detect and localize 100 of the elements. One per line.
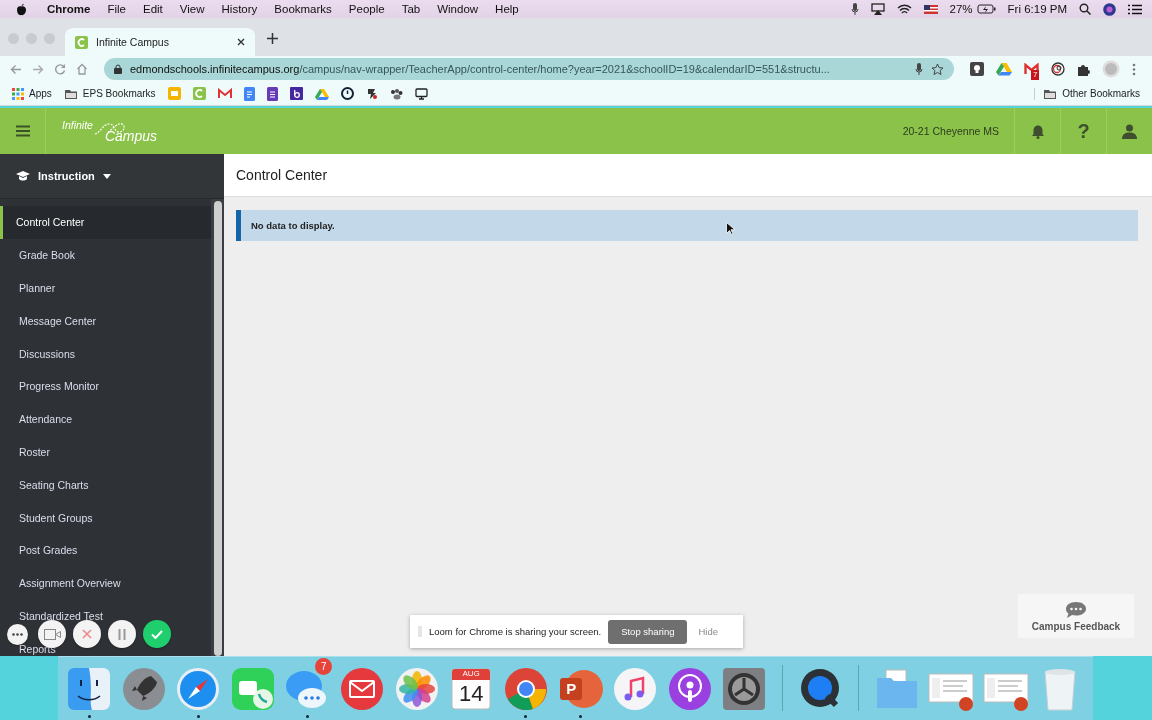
graduation-cap-icon bbox=[16, 171, 30, 181]
campus-favicon bbox=[75, 35, 88, 49]
bookmark-icon bbox=[289, 87, 303, 100]
page-title: Control Center bbox=[224, 154, 1152, 197]
nav-item[interactable]: Reports bbox=[19, 642, 56, 655]
home-icon bbox=[76, 63, 88, 75]
nav-item[interactable]: Control Center bbox=[16, 216, 85, 229]
menu-clock[interactable]: Fri 6:19 PM bbox=[1007, 3, 1067, 15]
folder-icon bbox=[1043, 87, 1058, 100]
app-menu[interactable]: Chrome bbox=[47, 3, 91, 15]
sharing-message: Loom for Chrome is sharing your screen. bbox=[429, 626, 602, 637]
drive-icon bbox=[996, 62, 1012, 76]
notification-badge: 7 bbox=[315, 658, 333, 675]
person-icon bbox=[1122, 123, 1137, 139]
reload-icon bbox=[54, 63, 66, 75]
paw-icon bbox=[389, 87, 403, 100]
star-icon bbox=[931, 62, 944, 76]
school-name[interactable]: 20-21 Cheyenne MS bbox=[902, 125, 999, 137]
nav-item[interactable]: Assignment Overview bbox=[19, 577, 121, 590]
nav-item[interactable]: Attendance bbox=[19, 413, 73, 426]
menu-item[interactable]: People bbox=[348, 3, 385, 15]
siri-icon bbox=[1103, 2, 1116, 16]
nav-item[interactable]: Post Grades bbox=[19, 544, 78, 557]
compass-icon[interactable] bbox=[175, 666, 222, 712]
apps-grid-icon bbox=[12, 87, 24, 100]
browser-tab[interactable]: Infinite Campus bbox=[65, 28, 255, 56]
menu-icon bbox=[15, 125, 30, 137]
pause-icon bbox=[118, 628, 126, 640]
nav-item[interactable]: Seating Charts bbox=[19, 478, 89, 491]
bookmark-link[interactable]: Apps bbox=[29, 88, 52, 99]
chat-bubble-icon bbox=[1065, 600, 1087, 619]
menu-item[interactable]: Tab bbox=[401, 3, 421, 15]
help-icon[interactable]: ? bbox=[1077, 119, 1090, 143]
music-note-icon[interactable] bbox=[611, 666, 658, 712]
microphone-icon bbox=[915, 63, 923, 75]
module-selector[interactable]: Instruction bbox=[0, 154, 224, 199]
bookmark-link[interactable]: EPS Bookmarks bbox=[82, 88, 156, 99]
microphone-icon bbox=[850, 3, 859, 15]
check-icon bbox=[151, 629, 163, 639]
menu-item[interactable]: View bbox=[179, 3, 205, 15]
airplay-icon bbox=[870, 3, 885, 15]
folder-icon bbox=[63, 87, 78, 100]
apple-icon bbox=[16, 2, 27, 16]
rocket-icon[interactable] bbox=[120, 666, 167, 712]
podcast-icon[interactable] bbox=[666, 666, 713, 712]
bookmark-link[interactable]: Other Bookmarks bbox=[1062, 88, 1140, 99]
bookmark-icon bbox=[365, 87, 378, 100]
nav-item[interactable]: Roster bbox=[19, 445, 50, 458]
clock-icon bbox=[340, 87, 354, 100]
close-icon bbox=[82, 629, 92, 639]
video-camera-icon bbox=[43, 628, 61, 640]
hide-link[interactable]: Hide bbox=[698, 626, 719, 637]
cursor-icon bbox=[726, 222, 735, 235]
bell-icon bbox=[1030, 123, 1045, 139]
puzzle-icon bbox=[1077, 62, 1090, 76]
nav-item[interactable]: Discussions bbox=[19, 347, 76, 360]
monitor-icon bbox=[414, 87, 428, 100]
gear-icon[interactable] bbox=[721, 666, 768, 712]
battery-percent: 27% bbox=[949, 3, 973, 15]
forward-icon bbox=[32, 63, 44, 75]
feedback-button[interactable]: Campus Feedback bbox=[1018, 594, 1134, 638]
search-icon bbox=[1079, 3, 1091, 15]
menu-item[interactable]: Edit bbox=[143, 3, 163, 15]
nav-item[interactable]: Grade Book bbox=[19, 249, 76, 262]
more-icon bbox=[12, 632, 23, 636]
bookmark-icon bbox=[192, 87, 206, 100]
flag-icon bbox=[923, 4, 938, 14]
envelope-icon[interactable] bbox=[338, 666, 385, 712]
scrollbar-thumb[interactable] bbox=[213, 201, 222, 656]
nav-item[interactable]: Progress Monitor bbox=[19, 380, 99, 393]
brand-name: Campus bbox=[104, 131, 158, 142]
lock-icon bbox=[114, 64, 122, 74]
new-tab-icon bbox=[267, 32, 278, 44]
menu-item[interactable]: Window bbox=[437, 3, 479, 15]
bulb-icon bbox=[970, 62, 984, 76]
bookmark-icon bbox=[243, 86, 255, 101]
list-icon bbox=[1128, 3, 1142, 15]
nav-item[interactable]: Message Center bbox=[19, 314, 97, 327]
more-icon bbox=[1132, 62, 1136, 76]
wifi-icon bbox=[896, 3, 912, 15]
address-bar[interactable]: edmondschools.infinitecampus.org/campus/nav-wrapper/TeacherApp/control-center/home?year=2021&schoolID=19&calendarID=551&structu... bbox=[104, 58, 954, 80]
bookmark-icon bbox=[266, 86, 278, 101]
brand-name: Infinite bbox=[62, 120, 93, 131]
nav-item[interactable]: Standardized Test bbox=[19, 609, 103, 622]
nav-item[interactable]: Planner bbox=[19, 282, 56, 294]
spiral-icon bbox=[1051, 62, 1065, 76]
caret-icon bbox=[102, 173, 111, 179]
battery-icon bbox=[976, 4, 996, 14]
drive-icon bbox=[314, 87, 329, 100]
menu-item[interactable]: History bbox=[221, 3, 258, 15]
info-alert: No data to display. bbox=[236, 210, 1138, 241]
finder-icon[interactable] bbox=[66, 666, 112, 712]
chrome-icon[interactable] bbox=[502, 666, 549, 712]
nav-item[interactable]: Student Groups bbox=[19, 511, 93, 524]
stop-sharing-button[interactable]: Stop sharing bbox=[608, 619, 688, 644]
flower-icon[interactable] bbox=[393, 666, 440, 712]
bookmark-icon bbox=[167, 87, 181, 100]
menu-item[interactable]: Help bbox=[495, 3, 519, 15]
menu-item[interactable]: File bbox=[107, 3, 126, 15]
menu-item[interactable]: Bookmarks bbox=[274, 3, 332, 15]
